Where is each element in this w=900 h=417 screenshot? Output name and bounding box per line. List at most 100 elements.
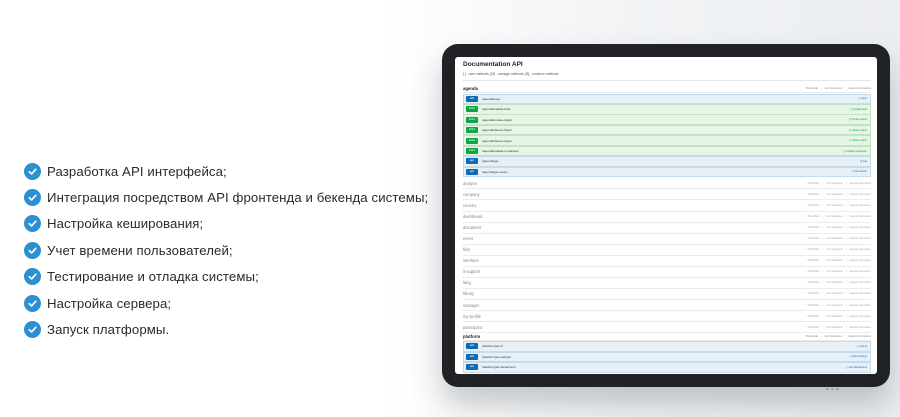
list-operations-link[interactable]: List Operations (826, 204, 843, 207)
list-operations-link[interactable]: List Operations (826, 226, 843, 229)
show-hide-link[interactable]: Show/Hide (807, 292, 819, 295)
resource-name[interactable]: my-profile (463, 314, 807, 319)
list-operations-link[interactable]: List Operations (826, 292, 843, 295)
list-operations-link[interactable]: List Operations (826, 326, 843, 329)
resource-name[interactable]: it-support (463, 269, 807, 274)
resource-name[interactable]: company (463, 192, 807, 197)
resource-name[interactable]: event (463, 236, 807, 241)
resource-name[interactable]: library (463, 291, 807, 296)
endpoint-path: /agenda/view (482, 96, 501, 101)
operation-row[interactable]: GET/agenda/view [ ] View (463, 93, 871, 105)
separator: | (845, 314, 847, 318)
operation-row[interactable]: POST/agenda/update-moderator [ ] Update m… (463, 145, 871, 157)
list-operations-link[interactable]: List Operations (825, 335, 842, 338)
list-operations-link[interactable]: List Operations (826, 237, 843, 240)
operation-row[interactable]: GET/platform/get-settings [ ] Get setting… (463, 351, 871, 363)
show-hide-link[interactable]: Show/Hide (807, 315, 819, 318)
operation-row[interactable]: GET/agenda/get-senior [ ] Get senior (463, 166, 871, 178)
show-hide-link[interactable]: Show/Hide (807, 248, 819, 251)
resource-row[interactable]: document Show/Hide | List Operations | Expand… (463, 222, 871, 234)
expand-operations-link[interactable]: Expand Operations (850, 315, 871, 318)
show-hide-link[interactable]: Show/Hide (807, 182, 819, 185)
expand-operations-link[interactable]: Expand Operations (850, 292, 871, 295)
resource-name[interactable]: participant (463, 325, 807, 330)
resource-name[interactable]: manager (463, 303, 807, 308)
show-hide-link[interactable]: Show/Hide (807, 226, 819, 229)
show-hide-link[interactable]: Show/Hide (807, 193, 819, 196)
checkmark-icon (24, 189, 41, 207)
list-operations-link[interactable]: List Operations (826, 182, 843, 185)
expand-operations-link[interactable]: Expand Operations (850, 237, 871, 240)
resource-name[interactable]: lang (463, 280, 807, 285)
expand-operations-link[interactable]: Expand Operations (849, 335, 871, 338)
operation-row[interactable]: POST/agenda/update-field [ ] Update field (463, 103, 871, 115)
show-hide-link[interactable]: Show/Hide (807, 259, 819, 262)
resource-row[interactable]: event Show/Hide | List Operations | Expand Op… (463, 233, 871, 245)
feature-item: Учет времени пользователей; (24, 237, 428, 263)
group-links: Show/Hide | List Operations | Expand Operati… (807, 248, 871, 251)
expand-operations-link[interactable]: Expand Operations (850, 270, 871, 273)
list-operations-link[interactable]: List Operations (826, 270, 843, 273)
show-hide-link[interactable]: Show/Hide (807, 326, 819, 329)
list-operations-link[interactable]: List Operations (826, 193, 843, 196)
resource-name[interactable]: interface (463, 258, 807, 263)
resource-name[interactable]: analyze (463, 181, 807, 186)
resource-row[interactable]: files Show/Hide | List Operations | Expand Op… (463, 244, 871, 256)
show-hide-link[interactable]: Show/Hide (807, 215, 819, 218)
resource-row[interactable]: manager Show/Hide | List Operations | Expand … (463, 300, 871, 312)
list-operations-link[interactable]: List Operations (826, 215, 843, 218)
resource-name[interactable]: dashboard (463, 214, 807, 219)
expand-operations-link[interactable]: Expand Operations (850, 182, 871, 185)
show-hide-link[interactable]: Show/Hide (807, 237, 819, 240)
resource-group-name[interactable]: platform (463, 334, 805, 339)
show-hide-link[interactable]: Show/Hide (807, 304, 819, 307)
show-hide-link[interactable]: Show/Hide (805, 335, 818, 338)
list-operations-link[interactable]: List Operations (826, 259, 843, 262)
operation-description: [ ] Get senior (852, 170, 867, 174)
list-operations-link[interactable]: List Operations (826, 248, 843, 251)
resource-row[interactable]: analyze Show/Hide | List Operations | Expand … (463, 178, 871, 190)
separator: | (822, 181, 824, 185)
show-hide-link[interactable]: Show/Hide (807, 270, 819, 273)
operation-row[interactable]: POST/agenda/create-object [ ] Create obje… (463, 114, 871, 125)
operation-row[interactable]: POST/agenda/delete-object [ ] Delete obje… (463, 124, 871, 136)
resource-group-header[interactable]: agenda Show/Hide | List Operations | Expand O… (463, 84, 871, 93)
feature-item: Настройка сервера; (24, 290, 428, 316)
list-operations-link[interactable]: List Operations (826, 281, 843, 284)
expand-operations-link[interactable]: Expand Operations (850, 204, 871, 207)
resource-row[interactable]: lang Show/Hide | List Operations | Expand Ope… (463, 278, 871, 290)
resource-row[interactable]: it-support Show/Hide | List Operations | Expa… (463, 267, 871, 279)
expand-operations-link[interactable]: Expand Operations (850, 215, 871, 218)
resource-row[interactable]: company Show/Hide | List Operations | Expand … (463, 189, 871, 201)
expand-operations-link[interactable]: Expand Operations (849, 87, 871, 90)
expand-operations-link[interactable]: Expand Operations (850, 326, 871, 329)
resource-row[interactable]: interface Show/Hide | List Operations | Expan… (463, 256, 871, 267)
operation-row[interactable]: GET/platform/get-id [ ] Get id (463, 341, 871, 352)
operation-row[interactable]: GET/agenda/get [ ] Get (463, 156, 871, 167)
resource-group-name[interactable]: agenda (463, 86, 805, 91)
show-hide-link[interactable]: Show/Hide (807, 204, 819, 207)
group-links: Show/Hide | List Operations | Expand Operati… (807, 193, 871, 196)
resource-row[interactable]: library Show/Hide | List Operations | Expand … (463, 289, 871, 301)
list-operations-link[interactable]: List Operations (826, 304, 843, 307)
expand-operations-link[interactable]: Expand Operations (850, 226, 871, 229)
list-operations-link[interactable]: List Operations (826, 315, 843, 318)
resource-group-header[interactable]: platform Show/Hide | List Operations | Expand… (463, 332, 871, 341)
expand-operations-link[interactable]: Expand Operations (850, 248, 871, 251)
operation-description: [ ] Get settings (850, 355, 867, 359)
expand-operations-link[interactable]: Expand Operations (850, 259, 871, 262)
resource-name[interactable]: country (463, 203, 807, 208)
list-operations-link[interactable]: List Operations (825, 87, 842, 90)
expand-operations-link[interactable]: Expand Operations (850, 304, 871, 307)
show-hide-link[interactable]: Show/Hide (807, 281, 819, 284)
show-hide-link[interactable]: Show/Hide (805, 87, 818, 90)
resource-name[interactable]: files (463, 247, 807, 252)
operation-row[interactable]: GET/platform/get-disclaimers [ ] Get disc… (463, 362, 871, 373)
resource-name[interactable]: document (463, 225, 807, 230)
operation-row[interactable]: POST/agenda/delete-object [ ] Delete obje… (463, 135, 871, 146)
expand-operations-link[interactable]: Expand Operations (850, 281, 871, 284)
resource-row[interactable]: country Show/Hide | List Operations | Expand … (463, 200, 871, 212)
resource-row[interactable]: my-profile Show/Hide | List Operations | Expa… (463, 311, 871, 323)
resource-row[interactable]: dashboard Show/Hide | List Operations | Expan… (463, 211, 871, 223)
expand-operations-link[interactable]: Expand Operations (850, 193, 871, 196)
